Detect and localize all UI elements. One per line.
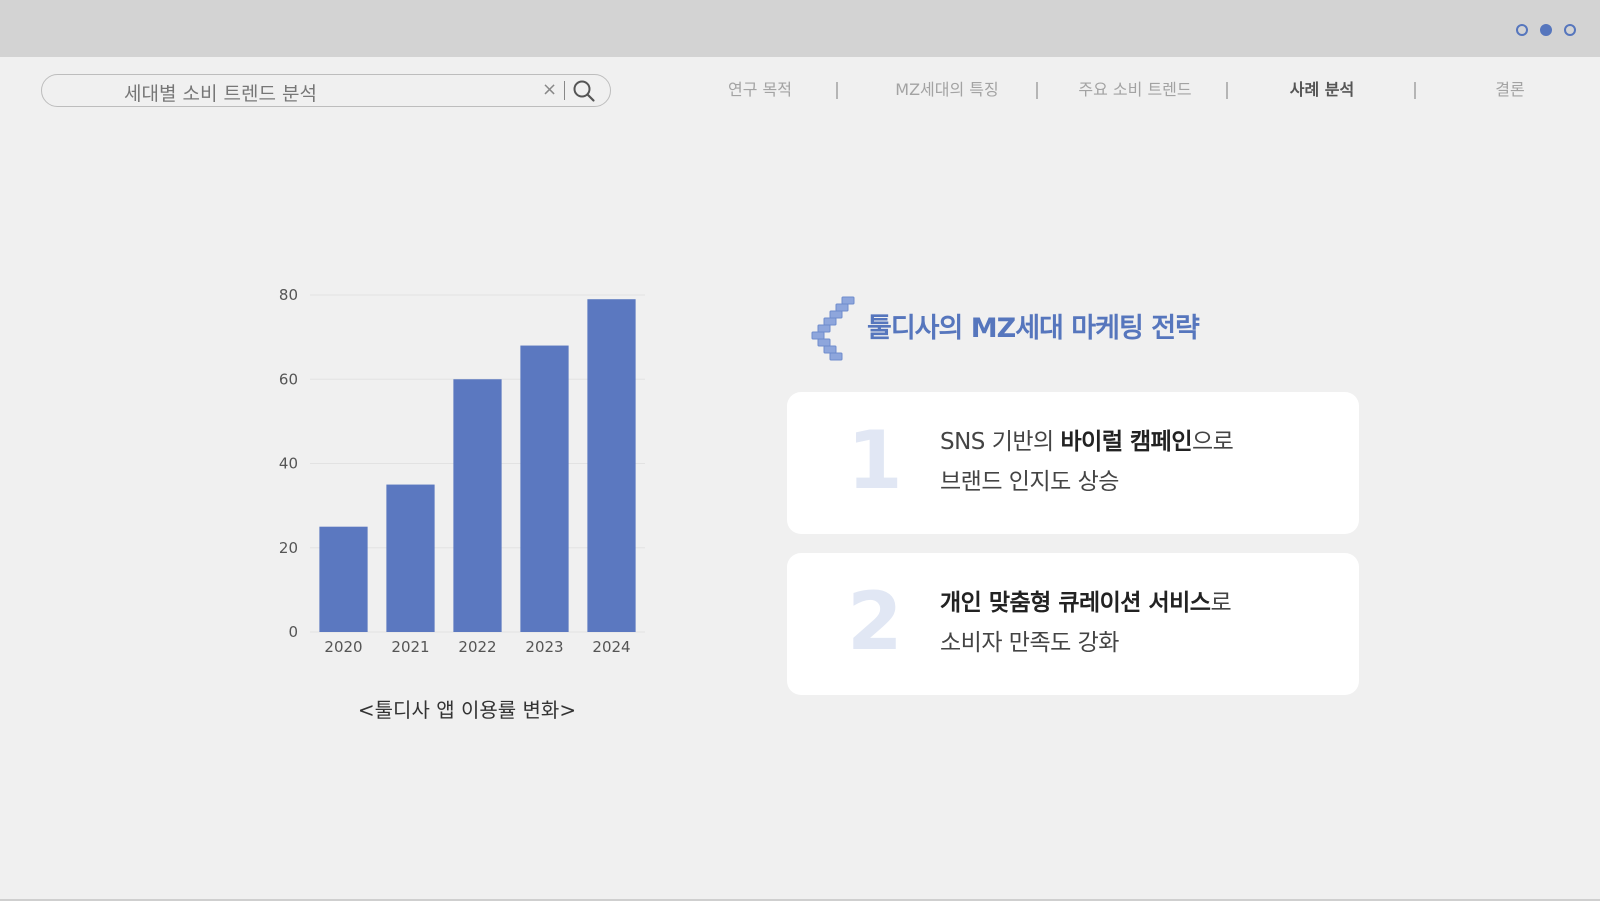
bar (587, 299, 636, 632)
strategy-card-2: 2 개인 맞춤형 큐레이션 서비스로 소비자 만족도 강화 (787, 553, 1359, 695)
card-text-line2: 소비자 만족도 강화 (940, 630, 1119, 656)
top-bar (0, 0, 1600, 57)
bar (319, 526, 368, 632)
y-tick-label: 60 (279, 370, 298, 388)
strategy-title: 툴디사의 MZ세대 마케팅 전략 (867, 313, 1200, 344)
card-text-highlight: 개인 맞춤형 큐레이션 서비스 (940, 590, 1211, 616)
nav-item-conclusion[interactable]: 결론 (1495, 76, 1524, 100)
card-text-suffix: 으로 (1191, 429, 1234, 455)
x-tick-label: 2024 (592, 638, 630, 656)
nav-item-consumer-trends[interactable]: 주요 소비 트렌드 (1078, 76, 1191, 100)
page-indicator (1516, 24, 1576, 36)
clear-icon[interactable]: × (542, 79, 557, 100)
chart-svg: 0 20 40 60 80 2020 2021 2022 2023 2024 (279, 286, 645, 656)
chart-caption: <툴디사 앱 이용률 변화> (357, 698, 577, 722)
card-number: 2 (847, 575, 903, 668)
card-text-highlight: 바이럴 캠페인 (1060, 429, 1193, 455)
x-tick-label: 2023 (525, 638, 563, 656)
search-divider (564, 81, 565, 100)
search-input[interactable] (122, 79, 526, 105)
bar (453, 379, 502, 632)
x-tick-label: 2022 (458, 638, 496, 656)
card-text-prefix: SNS 기반의 (940, 429, 1061, 455)
card-text: SNS 기반의 바이럴 캠페인으로 브랜드 인지도 상승 (940, 422, 1234, 502)
y-tick-label: 20 (279, 539, 298, 557)
y-tick-label: 40 (279, 455, 298, 473)
card-number: 1 (847, 414, 903, 507)
nav-separator (836, 82, 838, 99)
card-text: 개인 맞춤형 큐레이션 서비스로 소비자 만족도 강화 (940, 583, 1232, 663)
nav-item-case-analysis[interactable]: 사례 분석 (1290, 76, 1354, 100)
search-bar: × (41, 74, 611, 107)
x-tick-label: 2020 (324, 638, 362, 656)
card-text-suffix: 로 (1210, 590, 1232, 616)
top-nav: 연구 목적 MZ세대의 특징 주요 소비 트렌드 사례 분석 결론 (700, 76, 1550, 106)
nav-separator (1226, 82, 1228, 99)
nav-separator (1414, 82, 1416, 99)
usage-bar-chart: 0 20 40 60 80 2020 2021 2022 2023 2024 (270, 285, 660, 679)
bar (520, 345, 569, 632)
y-tick-label: 0 (288, 623, 298, 641)
nav-item-mz-traits[interactable]: MZ세대의 특징 (895, 76, 998, 100)
nav-item-research-purpose[interactable]: 연구 목적 (728, 76, 792, 100)
y-tick-label: 80 (279, 286, 298, 304)
bar (386, 484, 435, 632)
page-dot-2[interactable] (1540, 24, 1552, 36)
strategy-card-1: 1 SNS 기반의 바이럴 캠페인으로 브랜드 인지도 상승 (787, 392, 1359, 534)
page-dot-3[interactable] (1564, 24, 1576, 36)
search-icon[interactable] (572, 79, 596, 107)
stairs-icon (808, 295, 856, 367)
page-dot-1[interactable] (1516, 24, 1528, 36)
x-tick-label: 2021 (391, 638, 429, 656)
card-text-line2: 브랜드 인지도 상승 (940, 469, 1119, 495)
nav-separator (1036, 82, 1038, 99)
